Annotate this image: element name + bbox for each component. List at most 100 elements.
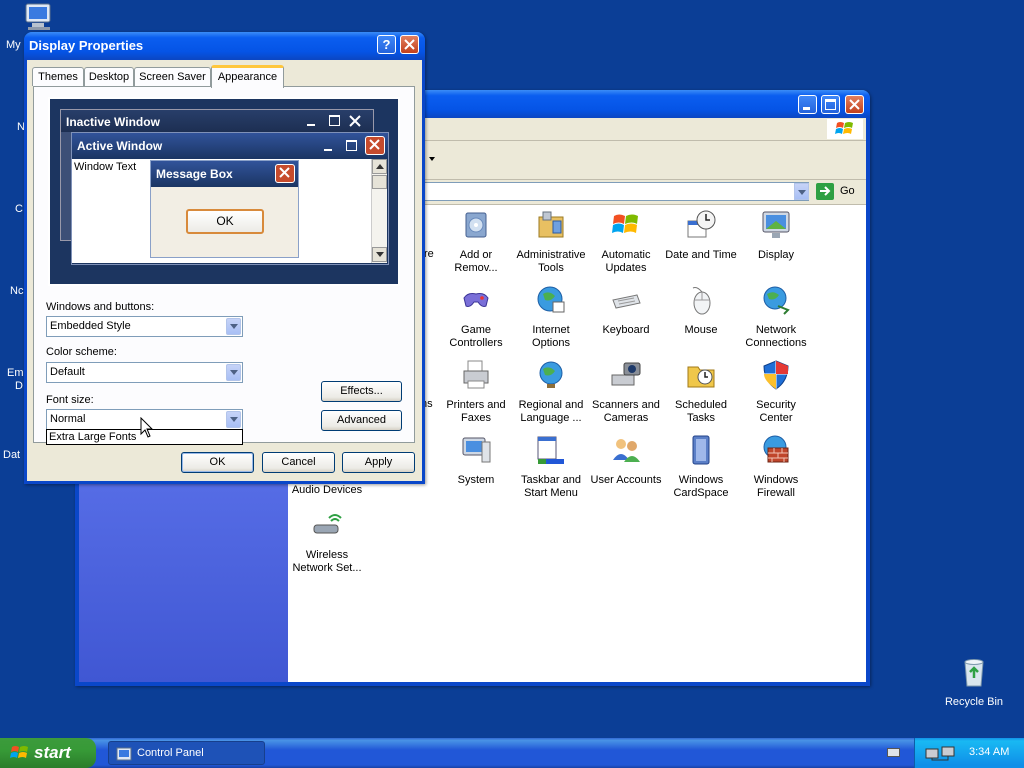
recycle-bin[interactable]: Recycle Bin <box>940 656 1008 708</box>
desktop-label-partial: D <box>15 380 23 392</box>
cp-item-user-accounts[interactable]: User Accounts <box>588 434 664 487</box>
cp-item-system[interactable]: System <box>438 434 514 487</box>
preview-close-button <box>365 136 385 155</box>
taskbar-start-menu-icon <box>537 436 564 464</box>
cp-item-audio-devices[interactable]: Audio Devices <box>289 484 365 497</box>
font-size-option[interactable]: Extra Large Fonts <box>49 431 136 443</box>
cp-item-keyboard[interactable]: Keyboard <box>588 284 664 337</box>
keyboard-icon <box>612 294 641 309</box>
regional-language-icon <box>539 361 563 388</box>
close-button[interactable] <box>845 95 864 114</box>
cancel-button[interactable]: Cancel <box>262 452 335 473</box>
cp-item-regional-language[interactable]: Regional and Language ... <box>513 359 589 425</box>
clock[interactable]: 3:34 AM <box>969 746 1009 758</box>
chevron-down-icon[interactable] <box>226 364 241 381</box>
windows-cardspace-icon <box>692 435 710 465</box>
cp-item-add-remove[interactable]: Add or Remov... <box>438 209 514 275</box>
close-button[interactable] <box>400 35 419 54</box>
display-icon <box>762 211 790 238</box>
cp-item-automatic-updates[interactable]: Automatic Updates <box>588 209 664 275</box>
wireless-network-icon <box>313 514 342 534</box>
tab-appearance[interactable]: Appearance <box>211 65 284 88</box>
administrative-tools-icon <box>538 211 564 238</box>
minimize-icon <box>803 107 810 110</box>
preview-message-box: Message Box OK <box>150 160 299 258</box>
cp-item-display[interactable]: Display <box>738 209 814 262</box>
advanced-button[interactable]: Advanced <box>321 410 402 431</box>
windows-firewall-icon <box>763 435 789 463</box>
chevron-down-icon[interactable] <box>226 411 241 428</box>
tab-screen-saver[interactable]: Screen Saver <box>134 67 211 86</box>
display-properties-title-bar[interactable]: Display Properties ? <box>24 32 425 60</box>
scroll-up-icon <box>376 164 384 169</box>
cp-item-date-time[interactable]: Date and Time <box>663 209 739 262</box>
windows-buttons-label: Windows and buttons: <box>46 301 155 313</box>
maximize-icon <box>825 99 836 110</box>
preview-message-close-button <box>275 164 295 183</box>
cp-item-security-center[interactable]: Security Center <box>738 359 814 425</box>
window-title: Display Properties <box>29 38 144 53</box>
desktop-label-partial: My <box>6 39 21 51</box>
mouse-icon <box>692 287 711 315</box>
windows-logo-icon <box>10 746 28 758</box>
font-size-label: Font size: <box>46 394 94 406</box>
cp-item-scanners-cameras[interactable]: Scanners and Cameras <box>588 359 664 425</box>
cp-item-game-controllers[interactable]: Game Controllers <box>438 284 514 350</box>
toolbar-dropdown-arrow-icon[interactable] <box>429 157 435 161</box>
close-icon <box>279 167 290 178</box>
preview-window-text: Window Text <box>74 161 137 173</box>
desktop-label-partial: Em <box>7 367 24 379</box>
maximize-button[interactable] <box>821 95 840 114</box>
preview-message-box-title: Message Box <box>156 167 233 181</box>
tab-themes[interactable]: Themes <box>32 67 84 86</box>
close-icon <box>349 115 361 127</box>
keyboard-tray-icon[interactable] <box>887 748 900 757</box>
address-dropdown-button[interactable] <box>794 183 809 200</box>
desktop-label-partial: Nc <box>10 285 24 297</box>
cp-item-windows-cardspace[interactable]: Windows CardSpace <box>663 434 739 500</box>
scheduled-tasks-icon <box>687 366 715 388</box>
cp-item-internet-options[interactable]: Internet Options <box>513 284 589 350</box>
system-tray: 3:34 AM <box>914 738 1024 768</box>
network-connections-icon <box>763 286 790 315</box>
add-remove-programs-icon <box>465 212 487 238</box>
chevron-down-icon <box>798 190 806 195</box>
start-button[interactable]: start <box>0 738 96 768</box>
network-tray-icon[interactable] <box>925 745 959 761</box>
go-label: Go <box>840 185 855 197</box>
go-button[interactable]: Go <box>816 182 860 201</box>
minimize-button[interactable] <box>798 95 817 114</box>
apply-button[interactable]: Apply <box>342 452 415 473</box>
preview-active-title: Active Window <box>77 139 163 153</box>
windows-buttons-select[interactable]: Embedded Style <box>46 316 243 337</box>
color-scheme-select[interactable]: Default <box>46 362 243 383</box>
game-controllers-icon <box>463 293 489 307</box>
chevron-down-icon[interactable] <box>226 318 241 335</box>
preview-scrollbar <box>371 159 387 263</box>
effects-button[interactable]: Effects... <box>321 381 402 402</box>
help-button[interactable]: ? <box>377 35 396 54</box>
cp-item-administrative-tools[interactable]: Administrative Tools <box>513 209 589 275</box>
date-time-icon <box>687 210 716 238</box>
cp-item-printers-faxes[interactable]: Printers and Faxes <box>438 359 514 425</box>
maximize-icon <box>329 115 340 126</box>
color-scheme-label: Color scheme: <box>46 346 117 358</box>
my-computer-icon[interactable] <box>22 2 56 32</box>
cp-item-wireless-network[interactable]: Wireless Network Set... <box>289 509 365 575</box>
user-accounts-icon <box>613 439 640 462</box>
system-icon <box>462 437 491 463</box>
cp-item-windows-firewall[interactable]: Windows Firewall <box>738 434 814 500</box>
tab-desktop[interactable]: Desktop <box>84 67 134 86</box>
cp-item-mouse[interactable]: Mouse <box>663 284 739 337</box>
ok-button[interactable]: OK <box>181 452 254 473</box>
mouse-cursor-icon <box>140 417 154 438</box>
go-arrow-icon <box>816 183 834 200</box>
cp-item-taskbar-start-menu[interactable]: Taskbar and Start Menu <box>513 434 589 500</box>
close-icon <box>849 99 860 110</box>
printers-faxes-icon <box>463 360 489 389</box>
preview-message-ok-button: OK <box>186 209 264 234</box>
cp-item-network-connections[interactable]: Network Connections <box>738 284 814 350</box>
cp-item-scheduled-tasks[interactable]: Scheduled Tasks <box>663 359 739 425</box>
recycle-bin-label: Recycle Bin <box>944 696 1004 708</box>
taskbar-button-control-panel[interactable]: Control Panel <box>108 741 265 765</box>
